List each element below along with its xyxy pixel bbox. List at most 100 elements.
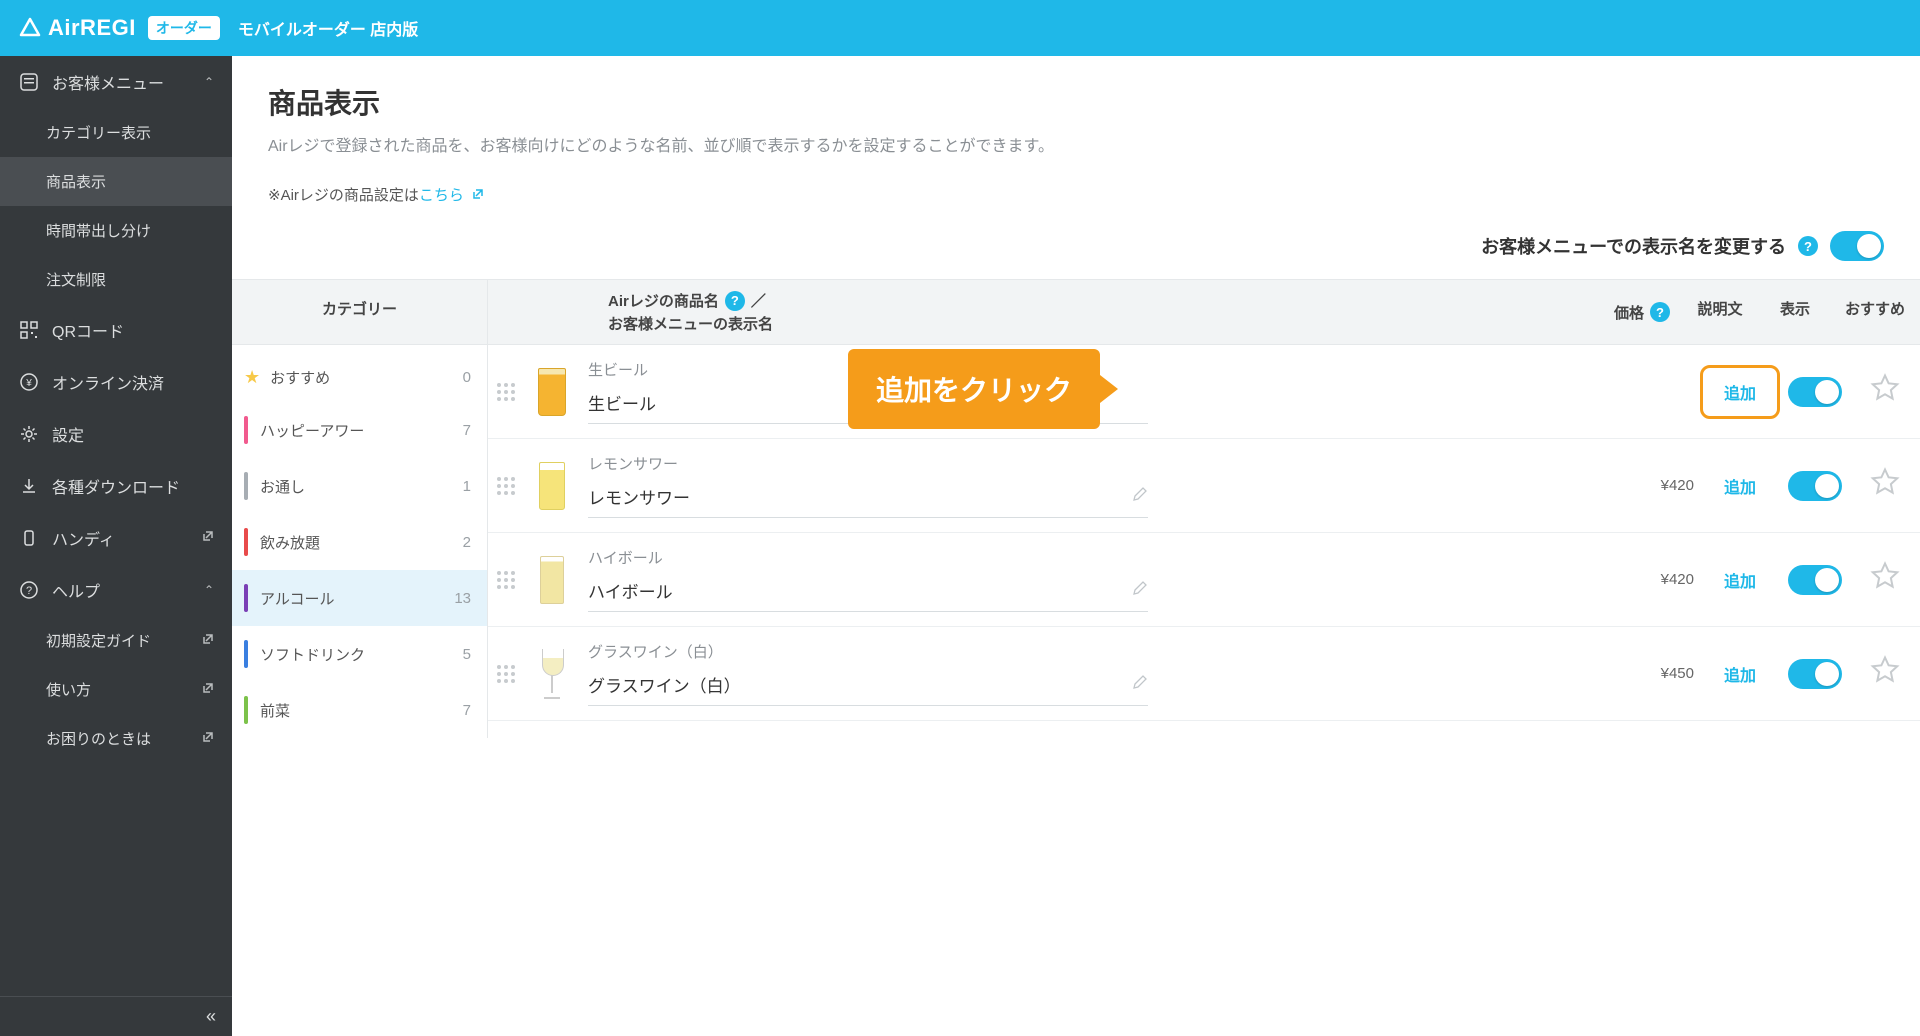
callout-tooltip: 追加をクリック: [848, 349, 1100, 429]
external-link-icon: [202, 529, 214, 547]
add-description-button[interactable]: 追加: [1700, 568, 1780, 592]
help-badge-icon[interactable]: ?: [725, 291, 745, 311]
menu-icon: [18, 71, 40, 93]
add-description-button[interactable]: 追加: [1700, 662, 1780, 686]
sidebar-item-howto[interactable]: 使い方: [0, 665, 232, 714]
help-badge-icon[interactable]: ?: [1798, 236, 1818, 256]
product-recommend-wrap: [1850, 373, 1920, 410]
sidebar-collapse-button[interactable]: «: [0, 996, 232, 1036]
chevron-up-icon: ⌃: [204, 583, 214, 597]
sidebar-item-category-display[interactable]: カテゴリー表示: [0, 108, 232, 157]
sidebar-item-product-display[interactable]: 商品表示: [0, 157, 232, 206]
category-count: 2: [463, 534, 471, 551]
external-link-icon: [472, 188, 484, 200]
category-color-bar: [244, 584, 248, 612]
edit-pencil-icon[interactable]: [1132, 580, 1148, 601]
drag-handle-icon[interactable]: [488, 571, 524, 589]
product-thumbnail: [530, 645, 574, 703]
edit-pencil-icon[interactable]: [1132, 486, 1148, 507]
category-item[interactable]: 飲み放題2: [232, 514, 487, 570]
product-air-name: グラスワイン（白）: [588, 641, 1600, 662]
product-thumbnail: [530, 457, 574, 515]
sidebar-sub-label: 商品表示: [46, 171, 106, 192]
product-names: レモンサワーレモンサワー: [588, 453, 1600, 518]
product-show-toggle-wrap: [1780, 659, 1850, 689]
chevron-up-icon: ⌃: [204, 75, 214, 89]
logo: AirREGI オーダー: [18, 15, 220, 41]
category-item[interactable]: ソフトドリンク5: [232, 626, 487, 682]
col-recommend: おすすめ: [1830, 280, 1920, 344]
sidebar-item-handy[interactable]: ハンディ: [0, 512, 232, 564]
sidebar-label: 各種ダウンロード: [52, 474, 180, 498]
sidebar-item-settings[interactable]: 設定: [0, 408, 232, 460]
drag-handle-icon[interactable]: [488, 383, 524, 401]
drag-handle-icon[interactable]: [488, 665, 524, 683]
sidebar-label: オンライン決済: [52, 370, 164, 394]
gear-icon: [18, 423, 40, 445]
sidebar-item-help[interactable]: ? ヘルプ ⌃: [0, 564, 232, 616]
product-display-name-input[interactable]: ハイボール: [588, 578, 1148, 612]
sidebar-item-time-split[interactable]: 時間帯出し分け: [0, 206, 232, 255]
show-toggle[interactable]: [1788, 659, 1842, 689]
category-item[interactable]: ハッピーアワー7: [232, 402, 487, 458]
device-icon: [18, 527, 40, 549]
category-label: おすすめ: [270, 367, 330, 388]
add-description-button[interactable]: 追加: [1700, 365, 1780, 419]
page-header: 商品表示 Airレジで登録された商品を、お客様向けにどのような名前、並び順で表示…: [232, 56, 1920, 174]
recommend-star-button[interactable]: [1870, 655, 1900, 692]
sidebar-sub-label: 使い方: [46, 679, 91, 700]
recommend-star-button[interactable]: [1870, 373, 1900, 410]
sidebar-label: ヘルプ: [52, 578, 100, 602]
recommend-star-button[interactable]: [1870, 561, 1900, 598]
product-air-name: レモンサワー: [588, 453, 1600, 474]
category-label: アルコール: [260, 588, 335, 609]
show-toggle[interactable]: [1788, 471, 1842, 501]
external-link-icon: [202, 681, 214, 698]
link-text: こちら: [419, 187, 464, 204]
col-name-line1: Airレジの商品名: [608, 290, 719, 311]
yen-icon: ¥: [18, 371, 40, 393]
product-names: ハイボールハイボール: [588, 547, 1600, 612]
col-name: Airレジの商品名 ? ／ お客様メニューの表示名: [588, 280, 1580, 344]
drag-handle-icon[interactable]: [488, 477, 524, 495]
category-panel: ★おすすめ0ハッピーアワー7お通し1飲み放題2アルコール13ソフトドリンク5前菜…: [232, 345, 488, 738]
download-icon: [18, 475, 40, 497]
show-toggle[interactable]: [1788, 377, 1842, 407]
sidebar-item-qr[interactable]: QRコード: [0, 304, 232, 356]
sidebar-item-order-limit[interactable]: 注文制限: [0, 255, 232, 304]
sidebar-item-customer-menu[interactable]: お客様メニュー ⌃: [0, 56, 232, 108]
product-display-name-input[interactable]: レモンサワー: [588, 484, 1148, 518]
category-count: 5: [463, 646, 471, 663]
category-item[interactable]: お通し1: [232, 458, 487, 514]
product-air-name: ハイボール: [588, 547, 1600, 568]
recommend-star-button[interactable]: [1870, 467, 1900, 504]
external-link-icon: [202, 730, 214, 747]
sidebar-item-guide[interactable]: 初期設定ガイド: [0, 616, 232, 665]
product-recommend-wrap: [1850, 655, 1920, 692]
add-description-button[interactable]: 追加: [1700, 474, 1780, 498]
sidebar-item-downloads[interactable]: 各種ダウンロード: [0, 460, 232, 512]
product-price: ¥420: [1600, 571, 1700, 588]
sidebar-label: 設定: [52, 422, 84, 446]
product-thumbnail: [530, 551, 574, 609]
table-header: カテゴリー Airレジの商品名 ? ／ お客様メニューの表示名 価格 ? 説明文…: [232, 279, 1920, 345]
category-item[interactable]: アルコール13: [232, 570, 487, 626]
show-toggle[interactable]: [1788, 565, 1842, 595]
sidebar-label: QRコード: [52, 318, 124, 342]
display-name-toggle[interactable]: [1830, 231, 1884, 261]
col-price-label: 価格: [1614, 302, 1644, 323]
logo-text: AirREGI: [48, 15, 136, 41]
edit-pencil-icon[interactable]: [1132, 674, 1148, 695]
category-item[interactable]: 前菜7: [232, 682, 487, 738]
qr-icon: [18, 319, 40, 341]
help-badge-icon[interactable]: ?: [1650, 302, 1670, 322]
product-display-name-input[interactable]: グラスワイン（白）: [588, 672, 1148, 706]
sidebar-item-trouble[interactable]: お困りのときは: [0, 714, 232, 763]
category-color-bar: [244, 640, 248, 668]
app-header: AirREGI オーダー モバイルオーダー 店内版: [0, 0, 1920, 56]
product-row: レモンサワーレモンサワー¥420追加: [488, 439, 1920, 533]
product-price: ¥450: [1600, 665, 1700, 682]
category-item[interactable]: ★おすすめ0: [232, 353, 487, 402]
sidebar-item-online-pay[interactable]: ¥ オンライン決済: [0, 356, 232, 408]
settings-link[interactable]: こちら: [419, 187, 484, 204]
